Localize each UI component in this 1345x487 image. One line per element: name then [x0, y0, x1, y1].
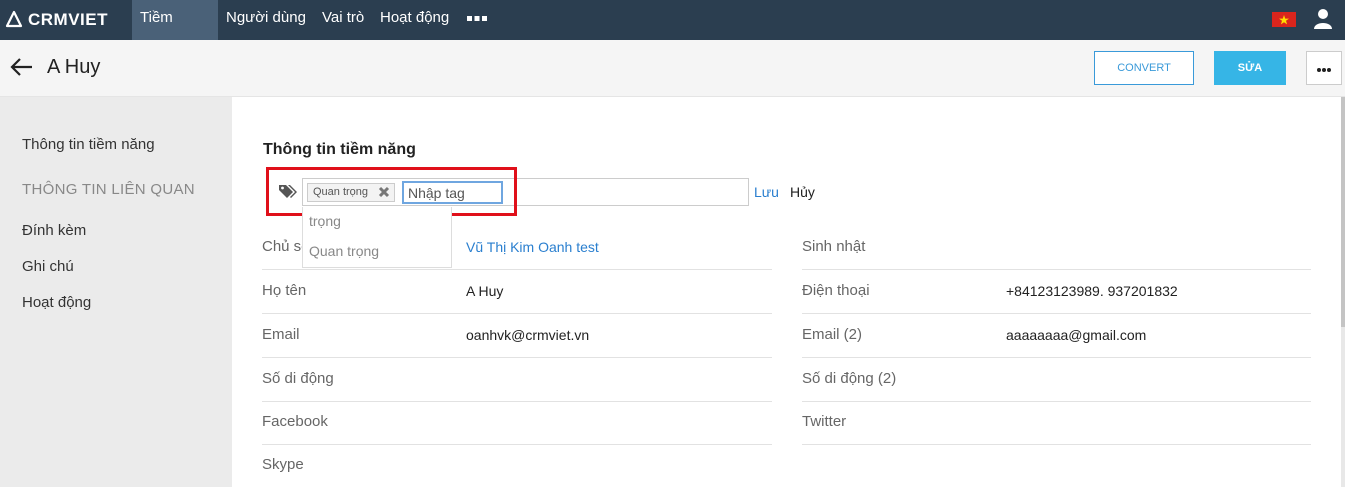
field-value-link[interactable]: Vũ Thị Kim Oanh test — [466, 239, 599, 255]
suggestion-item[interactable]: trọng — [309, 213, 341, 229]
field-row-birthday: Sinh nhật — [802, 226, 1311, 270]
field-value: oanhvk@crmviet.vn — [466, 327, 590, 343]
sidebar-item-info[interactable]: Thông tin tiềm năng — [22, 136, 155, 153]
back-arrow-icon[interactable] — [10, 56, 34, 78]
vietnam-flag-icon[interactable] — [1272, 12, 1296, 27]
sidebar-item-attachments[interactable]: Đính kèm — [22, 222, 86, 239]
app-logo[interactable]: CRMVIET — [4, 0, 108, 40]
field-label: Số di động — [262, 370, 334, 387]
top-navbar: CRMVIET Tiềm năng Người dùng Vai trò Hoạ… — [0, 0, 1345, 62]
field-row-email: Email oanhvk@crmviet.vn — [262, 314, 772, 358]
save-link[interactable]: Lưu — [754, 184, 779, 200]
field-label: Facebook — [262, 413, 328, 430]
app-name: CRMVIET — [28, 10, 108, 29]
sidebar: Thông tin tiềm năng THÔNG TIN LIÊN QUAN … — [0, 97, 232, 487]
field-row-twitter: Twitter — [802, 401, 1311, 445]
field-label: Số di động (2) — [802, 370, 897, 387]
tag-suggestion-dropdown: trọng Quan trọng — [302, 207, 452, 268]
more-dots-icon[interactable] — [466, 10, 488, 26]
field-label: Email — [262, 326, 300, 343]
record-title: A Huy — [47, 56, 101, 78]
field-value: aaaaaaaa@gmail.com — [1006, 327, 1147, 343]
field-label: Sinh nhật — [802, 238, 866, 255]
edit-button[interactable]: SỬA — [1214, 51, 1286, 85]
more-dots-icon — [1317, 67, 1331, 72]
field-row-skype: Skype — [262, 444, 772, 487]
user-icon[interactable] — [1312, 7, 1334, 29]
field-label: Twitter — [802, 413, 847, 430]
page-scrollbar[interactable] — [1341, 97, 1345, 487]
nav-item-vai-tro[interactable]: Vai trò — [314, 0, 372, 40]
field-row-mobile: Số di động — [262, 358, 772, 402]
field-value: A Huy — [466, 283, 504, 299]
suggestion-item[interactable]: Quan trọng — [309, 243, 379, 259]
logo-icon — [5, 10, 23, 28]
field-row-facebook: Facebook — [262, 401, 772, 445]
section-title: Thông tin tiềm năng — [263, 141, 416, 158]
sidebar-item-activities[interactable]: Hoạt động — [22, 294, 91, 311]
sidebar-heading-related: THÔNG TIN LIÊN QUAN — [22, 181, 195, 198]
field-label: Skype — [262, 456, 304, 473]
field-label: Điện thoại — [802, 282, 870, 299]
more-actions-button[interactable] — [1306, 51, 1342, 85]
field-row-fullname: Họ tên A Huy — [262, 270, 772, 314]
field-label: Email (2) — [802, 326, 863, 343]
convert-button[interactable]: CONVERT — [1094, 51, 1194, 85]
field-row-phone: Điện thoại +84123123989. 937201832 — [802, 270, 1311, 314]
field-label: Họ tên — [262, 282, 307, 299]
field-value: +84123123989. 937201832 — [1006, 283, 1178, 299]
main-content: Thông tin tiềm năng Chủ sở hữu Vũ Thị Ki… — [232, 97, 1345, 487]
field-row-email-2: Email (2) aaaaaaaa@gmail.com — [802, 314, 1311, 358]
record-header: A Huy CONVERT SỬA — [0, 40, 1345, 97]
nav-item-tiem-nang[interactable]: Tiềm năng — [132, 0, 218, 62]
nav-item-hoat-dong[interactable]: Hoạt động — [372, 0, 457, 40]
nav-item-nguoi-dung[interactable]: Người dùng — [218, 0, 314, 40]
sidebar-item-notes[interactable]: Ghi chú — [22, 258, 74, 275]
field-row-mobile-2: Số di động (2) — [802, 358, 1311, 402]
scrollbar-thumb[interactable] — [1341, 97, 1345, 327]
cancel-link[interactable]: Hủy — [790, 184, 815, 200]
